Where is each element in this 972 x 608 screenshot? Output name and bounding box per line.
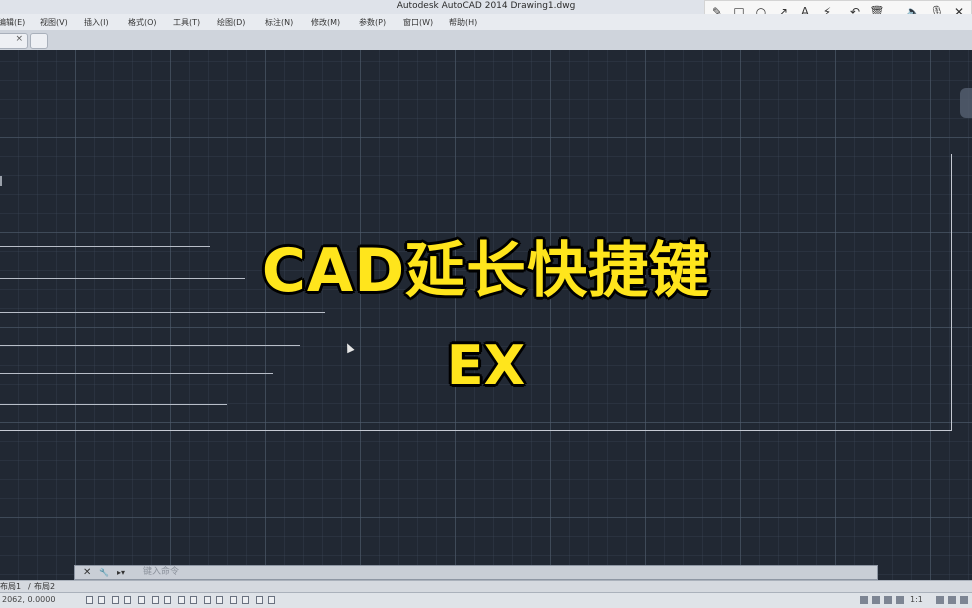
model-space-icon[interactable] xyxy=(860,596,868,604)
menu-view[interactable]: 视图(V) xyxy=(40,17,68,28)
close-icon[interactable]: ✕ xyxy=(83,566,91,579)
transparency-icon[interactable] xyxy=(230,596,237,604)
menu-window[interactable]: 窗口(W) xyxy=(403,17,433,28)
tab-layout1[interactable]: 布局1 xyxy=(0,581,21,592)
boundary-stub xyxy=(0,176,2,186)
overlay-subtitle: EX xyxy=(446,334,526,397)
menu-help[interactable]: 帮助(H) xyxy=(449,17,477,28)
object-snap-tracking-icon[interactable] xyxy=(178,596,185,604)
coordinate-readout: 2062, 0.0000 xyxy=(2,595,56,604)
wrench-icon[interactable]: 🔧 xyxy=(99,566,109,579)
lock-icon[interactable] xyxy=(948,596,956,604)
annotation-scale-icon[interactable] xyxy=(896,596,904,604)
command-input[interactable]: 键入命令 xyxy=(143,566,179,579)
quick-properties-icon[interactable] xyxy=(242,596,249,604)
overlay-title: CAD延长快捷键 xyxy=(261,236,711,306)
navigation-wheel[interactable] xyxy=(960,88,972,118)
drawing-line[interactable] xyxy=(0,312,325,313)
annotation-monitor-icon[interactable] xyxy=(268,596,275,604)
polar-tracking-icon[interactable] xyxy=(138,596,145,604)
menu-dimension[interactable]: 标注(N) xyxy=(265,17,293,28)
command-history-icon[interactable]: ▸▾ xyxy=(117,566,125,579)
menu-insert[interactable]: 插入(I) xyxy=(84,17,109,28)
menu-modify[interactable]: 修改(M) xyxy=(311,17,340,28)
file-tab-bar: × xyxy=(0,30,972,51)
layout-icon[interactable] xyxy=(872,596,880,604)
drawing-line[interactable] xyxy=(0,404,227,405)
status-bar: 2062, 0.0000 1:1 xyxy=(0,592,972,608)
infer-constraints-icon[interactable] xyxy=(86,596,93,604)
clean-screen-icon[interactable] xyxy=(960,596,968,604)
dynamic-ucs-icon[interactable] xyxy=(190,596,197,604)
menu-edit[interactable]: 编辑(E) xyxy=(0,17,25,28)
selection-cycling-icon[interactable] xyxy=(256,596,263,604)
3d-object-snap-icon[interactable] xyxy=(164,596,171,604)
ortho-mode-icon[interactable] xyxy=(124,596,131,604)
boundary-line-horizontal[interactable] xyxy=(0,430,952,431)
drawing-tab[interactable]: × xyxy=(0,33,28,49)
tab-layout2[interactable]: 布局2 xyxy=(34,581,55,592)
dynamic-input-icon[interactable] xyxy=(204,596,211,604)
lineweight-icon[interactable] xyxy=(216,596,223,604)
menu-bar: 编辑(E) 视图(V) 插入(I) 格式(O) 工具(T) 绘图(D) 标注(N… xyxy=(0,14,972,31)
command-line[interactable]: ✕ 🔧 ▸▾ 键入命令 xyxy=(74,565,878,580)
object-snap-icon[interactable] xyxy=(152,596,159,604)
grid-display-icon[interactable] xyxy=(112,596,119,604)
workspace-switch-icon[interactable] xyxy=(936,596,944,604)
drawing-canvas[interactable] xyxy=(0,50,972,580)
menu-draw[interactable]: 绘图(D) xyxy=(217,17,245,28)
snap-mode-icon[interactable] xyxy=(98,596,105,604)
menu-format[interactable]: 格式(O) xyxy=(128,17,157,28)
annotation-scale[interactable]: 1:1 xyxy=(910,595,923,604)
menu-parametric[interactable]: 参数(P) xyxy=(359,17,386,28)
close-icon[interactable]: × xyxy=(15,34,23,44)
quick-view-icon[interactable] xyxy=(884,596,892,604)
new-tab-button[interactable] xyxy=(30,33,48,49)
tab-separator: / xyxy=(28,582,31,591)
menu-tools[interactable]: 工具(T) xyxy=(173,17,200,28)
